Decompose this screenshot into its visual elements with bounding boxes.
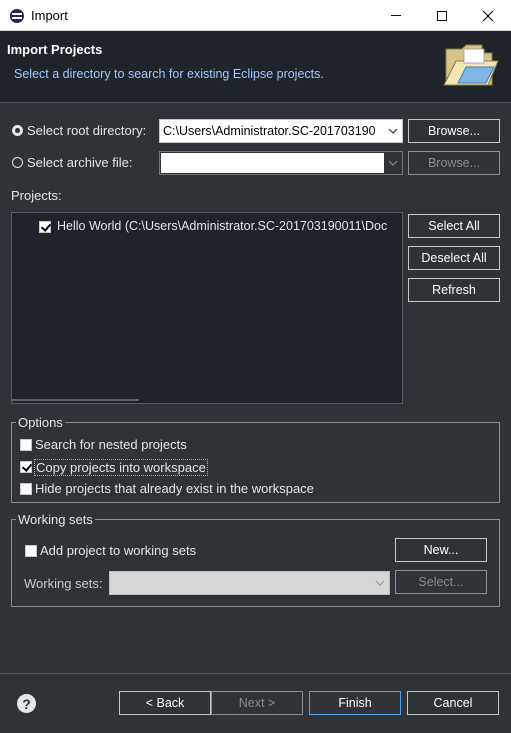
folder-icon [443,44,499,86]
hide-existing-label: Hide projects that already exist in the … [35,481,314,496]
select-all-button[interactable]: Select All [408,214,500,238]
root-directory-radio[interactable] [12,125,23,136]
archive-file-field [161,153,384,173]
archive-file-radio[interactable] [12,157,23,168]
working-sets-label: Working sets: [24,576,103,591]
root-directory-label: Select root directory: [27,123,147,138]
page-title: Import Projects [7,42,103,57]
search-nested-label: Search for nested projects [35,437,187,452]
working-sets-title: Working sets [16,512,95,527]
minimize-icon [391,15,401,16]
list-item[interactable]: Hello World (C:\Users\Administrator.SC-2… [57,219,387,233]
search-nested-checkbox[interactable] [20,439,32,451]
finish-button[interactable]: Finish [309,691,401,715]
projects-label: Projects: [11,188,62,203]
help-icon[interactable]: ? [17,694,36,713]
root-directory-combo[interactable]: C:\Users\Administrator.SC-201703190 [159,119,403,143]
new-working-set-button[interactable]: New... [395,538,487,562]
refresh-button[interactable]: Refresh [408,278,500,302]
add-to-working-sets-checkbox[interactable] [25,545,37,557]
maximize-button[interactable] [419,0,465,31]
archive-file-combo[interactable] [159,151,403,175]
close-icon [482,10,494,21]
chevron-down-icon[interactable] [384,120,402,142]
window-title: Import [31,8,68,23]
browse-root-button[interactable]: Browse... [408,119,500,143]
project-checkbox[interactable] [39,221,51,233]
options-title: Options [16,415,65,430]
minimize-button[interactable] [373,0,419,31]
add-to-working-sets-label: Add project to working sets [40,543,197,558]
cancel-button[interactable]: Cancel [407,691,499,715]
chevron-down-icon[interactable] [384,152,402,174]
wizard-header: Import Projects Select a directory to se… [0,31,511,103]
copy-projects-label: Copy projects into workspace [34,459,208,476]
hide-existing-checkbox[interactable] [20,483,32,495]
archive-file-label: Select archive file: [27,155,133,170]
page-subtitle: Select a directory to search for existin… [14,67,324,81]
projects-list[interactable]: Hello World (C:\Users\Administrator.SC-2… [11,212,403,404]
chevron-down-icon[interactable] [371,572,389,594]
root-directory-value: C:\Users\Administrator.SC-201703190 [163,124,376,138]
close-button[interactable] [465,0,511,31]
copy-projects-checkbox[interactable] [20,461,32,473]
back-button[interactable]: < Back [119,691,211,715]
title-bar: Import [0,0,511,31]
horizontal-scrollbar[interactable] [12,399,139,401]
footer-divider [0,673,511,674]
working-sets-combo[interactable] [109,571,390,595]
select-working-sets-button[interactable]: Select... [395,570,487,594]
browse-archive-button[interactable]: Browse... [408,151,500,175]
eclipse-icon [10,9,24,23]
next-button[interactable]: Next > [211,691,303,715]
deselect-all-button[interactable]: Deselect All [408,246,500,270]
maximize-icon [437,10,447,21]
